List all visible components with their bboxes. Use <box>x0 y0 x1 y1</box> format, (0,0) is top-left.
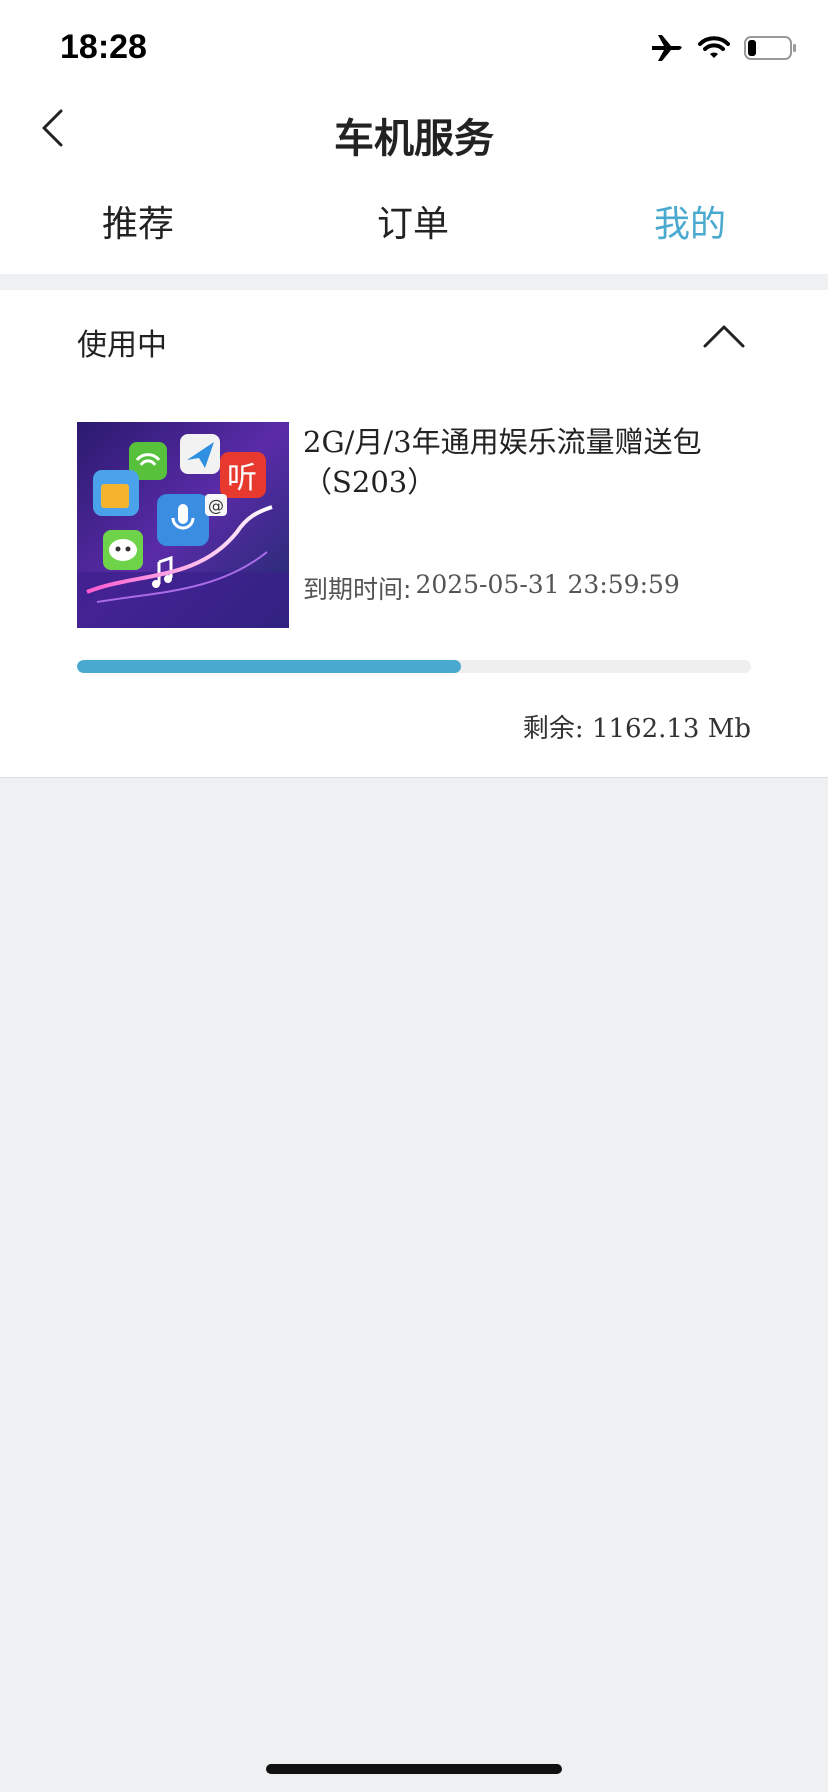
expiry-row: 到期时间: 2025-05-31 23:59:59 <box>303 570 680 606</box>
usage-progress-fill <box>77 660 462 673</box>
wifi-icon <box>698 36 730 64</box>
usage-progress-bar <box>77 660 751 673</box>
tab-orders[interactable]: 订单 <box>313 190 513 260</box>
status-icons <box>650 32 798 68</box>
package-thumbnail: 听 @ <box>77 422 289 628</box>
svg-text:听: 听 <box>227 461 257 496</box>
chevron-up-icon <box>700 325 748 360</box>
home-indicator <box>266 1764 562 1774</box>
tab-bar: 推荐 订单 我的 <box>0 190 828 260</box>
svg-text:@: @ <box>208 496 224 515</box>
expiry-value: 2025-05-31 23:59:59 <box>415 570 680 599</box>
package-name: 2G/月/3年通用娱乐流量赠送包（S203） <box>303 425 702 499</box>
battery-icon <box>744 35 798 65</box>
tab-mine[interactable]: 我的 <box>590 190 790 260</box>
status-time: 18:28 <box>60 28 147 66</box>
airplane-icon <box>650 33 684 67</box>
header-area: 18:28 车机服务 推荐 订单 我的 <box>0 0 828 274</box>
expiry-label: 到期时间: <box>303 575 412 604</box>
nav-bar: 车机服务 <box>0 96 828 164</box>
section-title: 使用中 <box>77 328 167 363</box>
collapse-button[interactable] <box>700 316 748 356</box>
package-card: 使用中 听 @ 2G/月/3年通用娱乐流量赠送包（S203） 到期时间: 202… <box>0 290 828 778</box>
page-title: 车机服务 <box>334 116 494 162</box>
remaining-data: 剩余: 1162.13 Mb <box>522 714 751 744</box>
tab-recommend[interactable]: 推荐 <box>38 190 238 260</box>
status-bar: 18:28 <box>0 0 828 96</box>
